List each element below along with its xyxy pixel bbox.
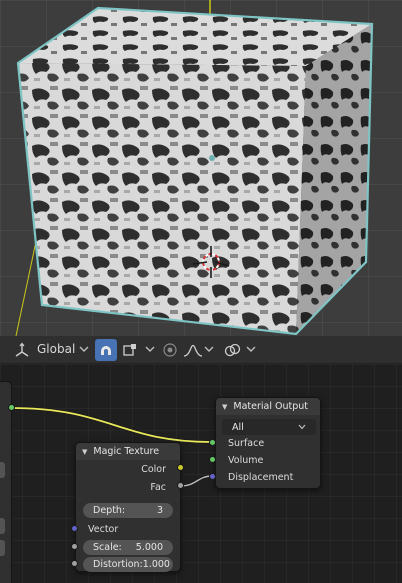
- depth-value: 3: [156, 505, 163, 516]
- object-origin: [209, 155, 215, 161]
- displacement-input-label: Displacement: [228, 471, 294, 483]
- material-output-title: Material Output: [233, 401, 309, 412]
- chevron-down-icon[interactable]: [145, 345, 155, 353]
- surface-input-label: Surface: [228, 437, 265, 449]
- displacement-input-socket[interactable]: [209, 473, 216, 480]
- color-output-socket[interactable]: [177, 464, 184, 471]
- fac-output-row: Fac: [76, 480, 180, 494]
- volume-input-label: Volume: [228, 454, 264, 466]
- viewport-scene: [15, 0, 374, 336]
- magic-texture-title: Magic Texture: [93, 446, 160, 457]
- fac-output-label: Fac: [150, 481, 166, 493]
- collapse-triangle-icon[interactable]: ▼: [222, 403, 227, 411]
- snap-target-icon[interactable]: [122, 342, 138, 358]
- scale-label: Scale:: [93, 542, 122, 553]
- surface-input-socket[interactable]: [209, 439, 216, 446]
- vector-input-socket[interactable]: [71, 525, 78, 532]
- chevron-down-icon: [298, 422, 306, 433]
- shader-wire: [10, 407, 213, 443]
- bsdf-output-socket[interactable]: [8, 404, 15, 411]
- surface-input-row: Surface: [216, 436, 320, 450]
- chevron-down-icon[interactable]: [79, 345, 89, 353]
- shader-node-editor[interactable]: ▼ Material Output All Surface Volume Dis…: [0, 364, 402, 583]
- chevron-down-icon[interactable]: [204, 345, 214, 353]
- node-wires: [10, 406, 213, 488]
- vector-input-row: Vector: [76, 522, 180, 536]
- collapse-triangle-icon[interactable]: ▼: [82, 448, 87, 456]
- snap-icon[interactable]: [95, 339, 117, 361]
- proportional-editing-icon[interactable]: [162, 342, 178, 358]
- scale-field[interactable]: Scale: 5.000: [83, 540, 173, 555]
- output-target-value: All: [232, 421, 244, 433]
- magic-texture-node[interactable]: ▼ Magic Texture Color Fac Depth: 3 Vecto…: [75, 442, 181, 572]
- chevron-down-icon[interactable]: [246, 345, 256, 353]
- material-output-header[interactable]: ▼ Material Output: [216, 398, 320, 415]
- volume-input-row: Volume: [216, 453, 320, 467]
- distortion-field[interactable]: Distortion: 1.000: [83, 557, 173, 572]
- distortion-label: Distortion:: [93, 559, 143, 570]
- scale-input-socket[interactable]: [71, 543, 78, 550]
- distortion-input-socket[interactable]: [71, 560, 78, 567]
- displacement-input-row: Displacement: [216, 470, 320, 484]
- overlay-icon[interactable]: [224, 342, 242, 358]
- cube-top-face: [18, 8, 372, 66]
- scale-value: 5.000: [135, 542, 163, 553]
- vector-input-label: Vector: [88, 523, 119, 535]
- output-target-dropdown[interactable]: All: [222, 419, 316, 435]
- magic-texture-header[interactable]: ▼ Magic Texture: [76, 443, 180, 460]
- cube-front-face: [18, 63, 306, 334]
- falloff-icon[interactable]: [183, 342, 203, 358]
- viewport-header: Global: [0, 336, 402, 364]
- fac-output-socket[interactable]: [177, 482, 184, 489]
- 3d-viewport[interactable]: [0, 0, 402, 336]
- depth-field[interactable]: Depth: 3: [83, 503, 173, 518]
- volume-input-socket[interactable]: [209, 456, 216, 463]
- depth-label: Depth:: [93, 505, 126, 516]
- y-axis-line: [15, 231, 39, 336]
- transform-orientation-label[interactable]: Global: [37, 342, 75, 356]
- offscreen-shader-node[interactable]: [0, 381, 12, 583]
- color-output-row: Color: [76, 462, 180, 476]
- transform-orientation-icon[interactable]: [14, 342, 30, 358]
- material-output-node[interactable]: ▼ Material Output All Surface Volume Dis…: [215, 397, 321, 489]
- color-output-label: Color: [141, 463, 166, 475]
- distortion-value: 1.000: [142, 559, 170, 570]
